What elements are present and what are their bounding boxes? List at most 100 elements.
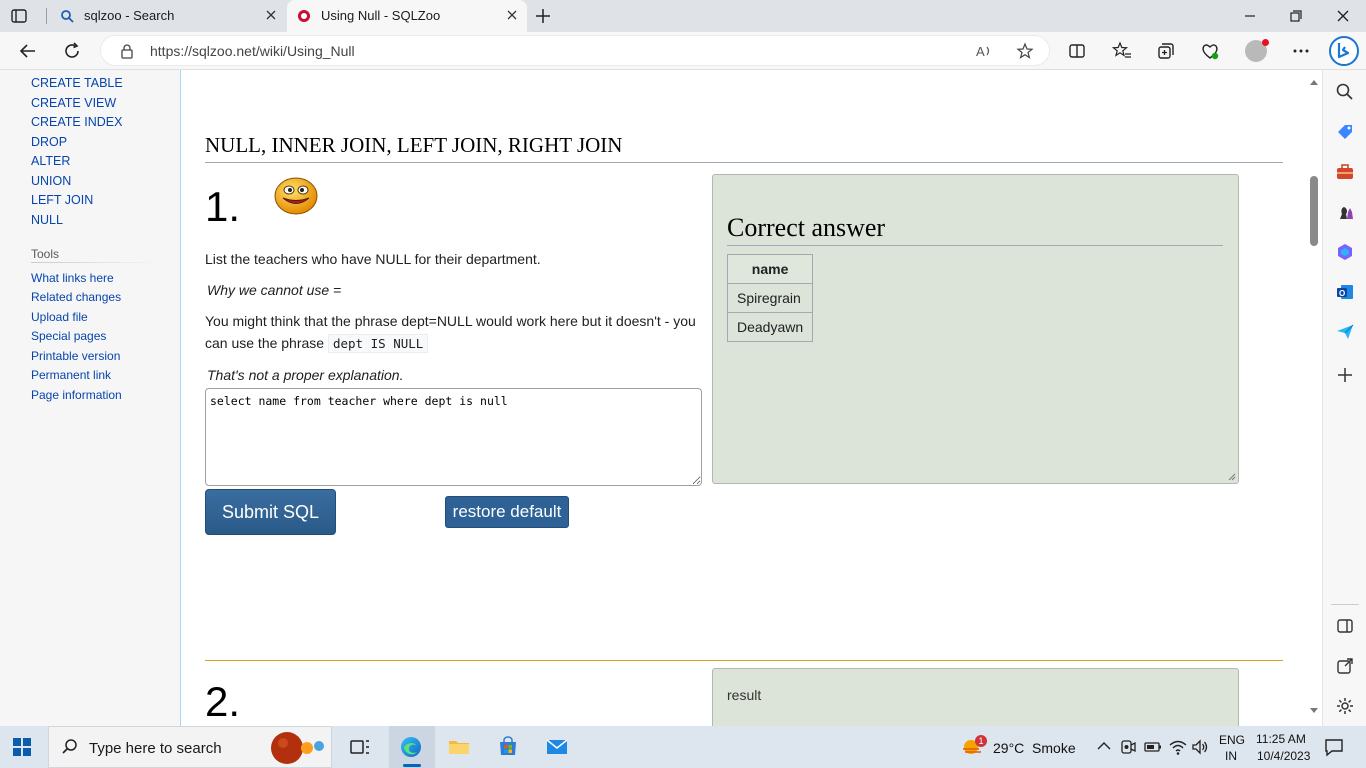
question-prompt: List the teachers who have NULL for thei…	[205, 251, 541, 267]
taskbar-search-box[interactable]: Type here to search	[48, 726, 332, 768]
shopping-tag-icon[interactable]	[1335, 122, 1355, 142]
collections-icon[interactable]	[1156, 41, 1176, 61]
lock-icon[interactable]	[119, 43, 135, 59]
nav-link-create-table[interactable]: CREATE TABLE	[31, 76, 123, 90]
table-header: name	[726, 254, 814, 284]
browser-essentials-icon[interactable]	[1200, 41, 1220, 61]
nav-link-create-index[interactable]: CREATE INDEX	[31, 115, 122, 129]
tab-sqlzoo-search[interactable]: sqlzoo - Search	[50, 0, 286, 32]
url-text[interactable]: https://sqlzoo.net/wiki/Using_Null	[150, 43, 355, 59]
tool-printable-version[interactable]: Printable version	[31, 349, 120, 363]
submit-sql-button[interactable]: Submit SQL	[205, 489, 336, 535]
scroll-up-arrow-icon[interactable]	[1309, 78, 1319, 86]
refresh-icon[interactable]	[62, 41, 82, 61]
nav-link-create-view[interactable]: CREATE VIEW	[31, 96, 116, 110]
minimize-icon[interactable]	[1240, 6, 1260, 26]
scroll-down-arrow-icon[interactable]	[1309, 707, 1319, 715]
more-menu-icon[interactable]	[1291, 41, 1311, 61]
tab-title: Using Null - SQLZoo	[321, 8, 441, 23]
edge-sidebar: O	[1322, 70, 1366, 726]
task-view-icon[interactable]	[348, 735, 372, 759]
tab-using-null[interactable]: Using Null - SQLZoo	[287, 0, 527, 32]
close-tab-icon[interactable]	[264, 8, 278, 22]
windows-start-icon[interactable]	[13, 738, 31, 756]
restore-window-icon[interactable]	[1286, 6, 1306, 26]
tool-permanent-link[interactable]: Permanent link	[31, 368, 111, 382]
result-label: result	[727, 687, 762, 703]
tab-actions-icon[interactable]	[10, 7, 28, 25]
tools-briefcase-icon[interactable]	[1335, 162, 1355, 182]
table-cell: Spiregrain	[726, 283, 814, 313]
search-icon[interactable]	[1335, 82, 1355, 102]
nav-link-null[interactable]: NULL	[31, 213, 63, 227]
send-drop-icon[interactable]	[1335, 322, 1355, 342]
scrollbar-thumb[interactable]	[1310, 176, 1318, 246]
search-highlight-planets-icon	[271, 732, 324, 764]
windows-taskbar: Type here to search 1 29°C Smoke ENG IN …	[0, 726, 1366, 768]
edge-browser-icon[interactable]	[399, 735, 423, 759]
sqlzoo-favicon-icon	[298, 10, 310, 22]
settings-gear-icon[interactable]	[1335, 696, 1355, 716]
restore-default-button[interactable]: restore default	[445, 496, 569, 528]
why-label: Why we cannot use =	[207, 282, 342, 298]
read-aloud-icon[interactable]: A	[975, 42, 993, 60]
split-screen-icon[interactable]	[1067, 41, 1087, 61]
sql-editor[interactable]: select name from teacher where dept is n…	[205, 388, 702, 486]
nav-link-alter[interactable]: ALTER	[31, 154, 70, 168]
tab-separator	[46, 8, 47, 24]
tool-what-links-here[interactable]: What links here	[31, 271, 114, 285]
close-window-icon[interactable]	[1333, 6, 1353, 26]
question-number: 2.	[205, 678, 241, 725]
bing-copilot-icon[interactable]	[1328, 35, 1360, 67]
region-indicator[interactable]: IN	[1225, 749, 1237, 763]
mail-icon[interactable]	[545, 735, 569, 759]
table-cell: Deadyawn	[726, 312, 814, 342]
weather-badge: 1	[975, 735, 987, 747]
clock-date[interactable]: 10/4/2023	[1257, 749, 1310, 763]
battery-icon[interactable]	[1144, 740, 1162, 754]
tool-upload-file[interactable]: Upload file	[31, 310, 88, 324]
nav-link-drop[interactable]: DROP	[31, 135, 67, 149]
profile-avatar[interactable]	[1245, 39, 1269, 62]
microsoft-365-icon[interactable]	[1335, 242, 1355, 262]
back-arrow-icon[interactable]	[18, 41, 38, 61]
resize-grip-icon[interactable]	[1228, 473, 1236, 481]
answer-table: name Spiregrain Deadyawn	[726, 254, 814, 342]
hide-sidebar-icon[interactable]	[1335, 616, 1355, 636]
microsoft-store-icon[interactable]	[496, 735, 520, 759]
add-icon[interactable]	[1335, 365, 1355, 385]
volume-icon[interactable]	[1191, 738, 1209, 756]
show-hidden-icons-chevron-icon[interactable]	[1097, 741, 1111, 751]
clock-time[interactable]: 11:25 AM	[1256, 732, 1306, 746]
tab-title: sqlzoo - Search	[84, 8, 175, 23]
language-indicator[interactable]: ENG	[1219, 733, 1245, 747]
table-row: Deadyawn	[726, 312, 814, 342]
games-chess-icon[interactable]	[1335, 202, 1355, 222]
code-phrase: dept IS NULL	[327, 334, 429, 353]
not-proper-explanation-link[interactable]: That's not a proper explanation.	[207, 364, 403, 386]
tool-related-changes[interactable]: Related changes	[31, 290, 121, 304]
tool-page-information[interactable]: Page information	[31, 388, 122, 402]
wifi-icon[interactable]	[1169, 738, 1187, 756]
url-bar[interactable]: https://sqlzoo.net/wiki/Using_Null A	[100, 35, 1050, 66]
close-tab-icon[interactable]	[505, 8, 519, 22]
tools-heading: Tools	[31, 247, 60, 261]
tool-special-pages[interactable]: Special pages	[31, 329, 106, 343]
svg-text:O: O	[1339, 289, 1345, 298]
new-tab-icon[interactable]	[533, 6, 553, 26]
favorite-star-icon[interactable]	[1016, 42, 1034, 60]
outlook-icon[interactable]: O	[1335, 282, 1355, 302]
notifications-icon[interactable]	[1324, 737, 1344, 757]
nav-link-union[interactable]: UNION	[31, 174, 71, 188]
smiley-face-icon	[274, 177, 318, 215]
file-explorer-icon[interactable]	[447, 735, 471, 759]
correct-answer-title: Correct answer	[727, 213, 1223, 246]
nav-link-left-join[interactable]: LEFT JOIN	[31, 193, 93, 207]
table-row: Spiregrain	[726, 283, 814, 313]
main-content: NULL, INNER JOIN, LEFT JOIN, RIGHT JOIN …	[205, 70, 1283, 726]
weather-text[interactable]: 29°C Smoke	[993, 740, 1076, 756]
meet-now-icon[interactable]	[1120, 738, 1136, 756]
favorites-icon[interactable]	[1112, 41, 1132, 61]
page-scrollbar[interactable]	[1306, 70, 1322, 726]
open-external-icon[interactable]	[1335, 656, 1355, 676]
